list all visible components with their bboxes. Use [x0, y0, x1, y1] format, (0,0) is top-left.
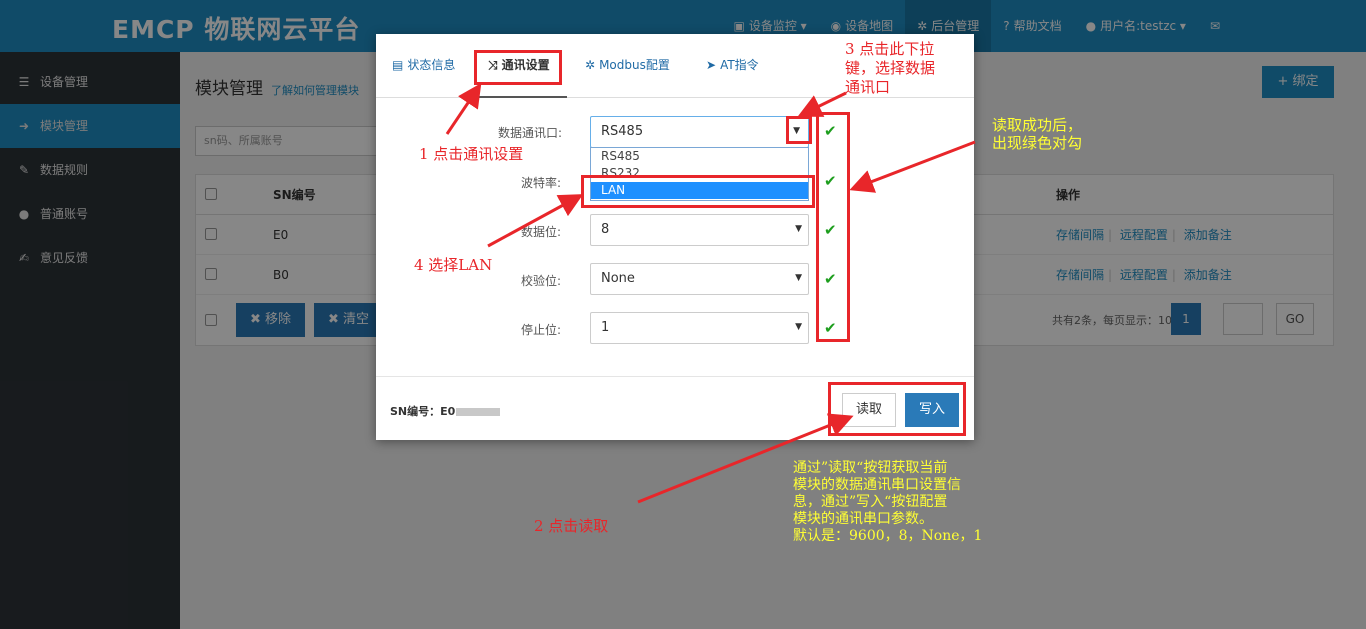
annotation-step4: 4 选择LAN — [414, 256, 493, 274]
annotation-step3-line: 3 点击此下拉 — [845, 40, 935, 58]
annotation-note: 通过”读取“按钮获取当前 模块的数据通讯串口设置信 息，通过”写入“按钮配置 模… — [793, 460, 982, 545]
tab-label: 状态信息 — [407, 58, 456, 72]
annotation-step3: 3 点击此下拉 键，选择数据 通讯口 — [845, 40, 935, 97]
sn-number: SN编号：E0 — [390, 403, 501, 419]
tab-label: Modbus配置 — [599, 58, 670, 72]
stop-bits-select[interactable]: 1 ▼ — [590, 312, 809, 344]
data-bits-select[interactable]: 8 ▼ — [590, 214, 809, 246]
highlight-dropdown-arrow — [786, 116, 812, 144]
highlight-lan-option — [581, 175, 815, 208]
annotation-note-line: 模块的数据通讯串口设置信 — [793, 477, 961, 493]
tab-label: AT指令 — [720, 58, 759, 72]
active-tab-indicator — [471, 96, 567, 98]
data-bits-label: 数据位: — [520, 225, 561, 239]
stop-bits-label: 停止位: — [520, 323, 561, 337]
annotation-note-line: 通过”读取“按钮获取当前 — [793, 460, 948, 476]
port-select[interactable]: RS485 ▼ — [590, 116, 809, 148]
data-bits-value: 8 — [601, 222, 610, 237]
chevron-down-icon: ▼ — [795, 273, 802, 283]
sn-label-text: SN编号：E0 — [390, 405, 456, 418]
chevron-down-icon: ▼ — [795, 322, 802, 332]
annotation-success-line: 读取成功后， — [992, 116, 1083, 134]
send-icon: ➤ — [706, 58, 717, 72]
parity-value: None — [601, 271, 635, 286]
baud-label: 波特率: — [520, 176, 561, 190]
tab-at-commands[interactable]: ➤ AT指令 — [706, 56, 759, 73]
annotation-step1: 1 点击通讯设置 — [419, 145, 524, 163]
annotation-step3-line: 键，选择数据 — [845, 59, 936, 77]
option-rs485[interactable]: RS485 — [591, 148, 808, 165]
stop-bits-value: 1 — [601, 320, 610, 335]
chevron-down-icon: ▼ — [795, 224, 802, 234]
port-label: 数据通讯口: — [497, 126, 562, 140]
highlight-check-column — [816, 112, 850, 342]
annotation-success-line: 出现绿色对勾 — [992, 134, 1083, 152]
annotation-step2: 2 点击读取 — [534, 517, 609, 535]
highlight-read-write — [828, 382, 966, 436]
annotation-note-line: 息，通过”写入“按钮配置 — [793, 494, 948, 510]
tab-modbus-config[interactable]: ✲ Modbus配置 — [585, 56, 670, 73]
list-icon: ▤ — [392, 58, 404, 72]
annotation-success: 读取成功后， 出现绿色对勾 — [992, 116, 1082, 152]
tab-status-info[interactable]: ▤ 状态信息 — [392, 56, 455, 73]
highlight-comm-tab — [474, 50, 562, 85]
sn-redacted — [456, 408, 501, 416]
annotation-note-line: 模块的通讯串口参数。 — [793, 511, 933, 527]
annotation-note-line: 默认是：9600，8，None，1 — [793, 528, 983, 544]
port-value: RS485 — [601, 124, 644, 139]
gear-icon: ✲ — [585, 58, 596, 72]
annotation-step3-line: 通讯口 — [845, 78, 891, 96]
parity-select[interactable]: None ▼ — [590, 263, 809, 295]
